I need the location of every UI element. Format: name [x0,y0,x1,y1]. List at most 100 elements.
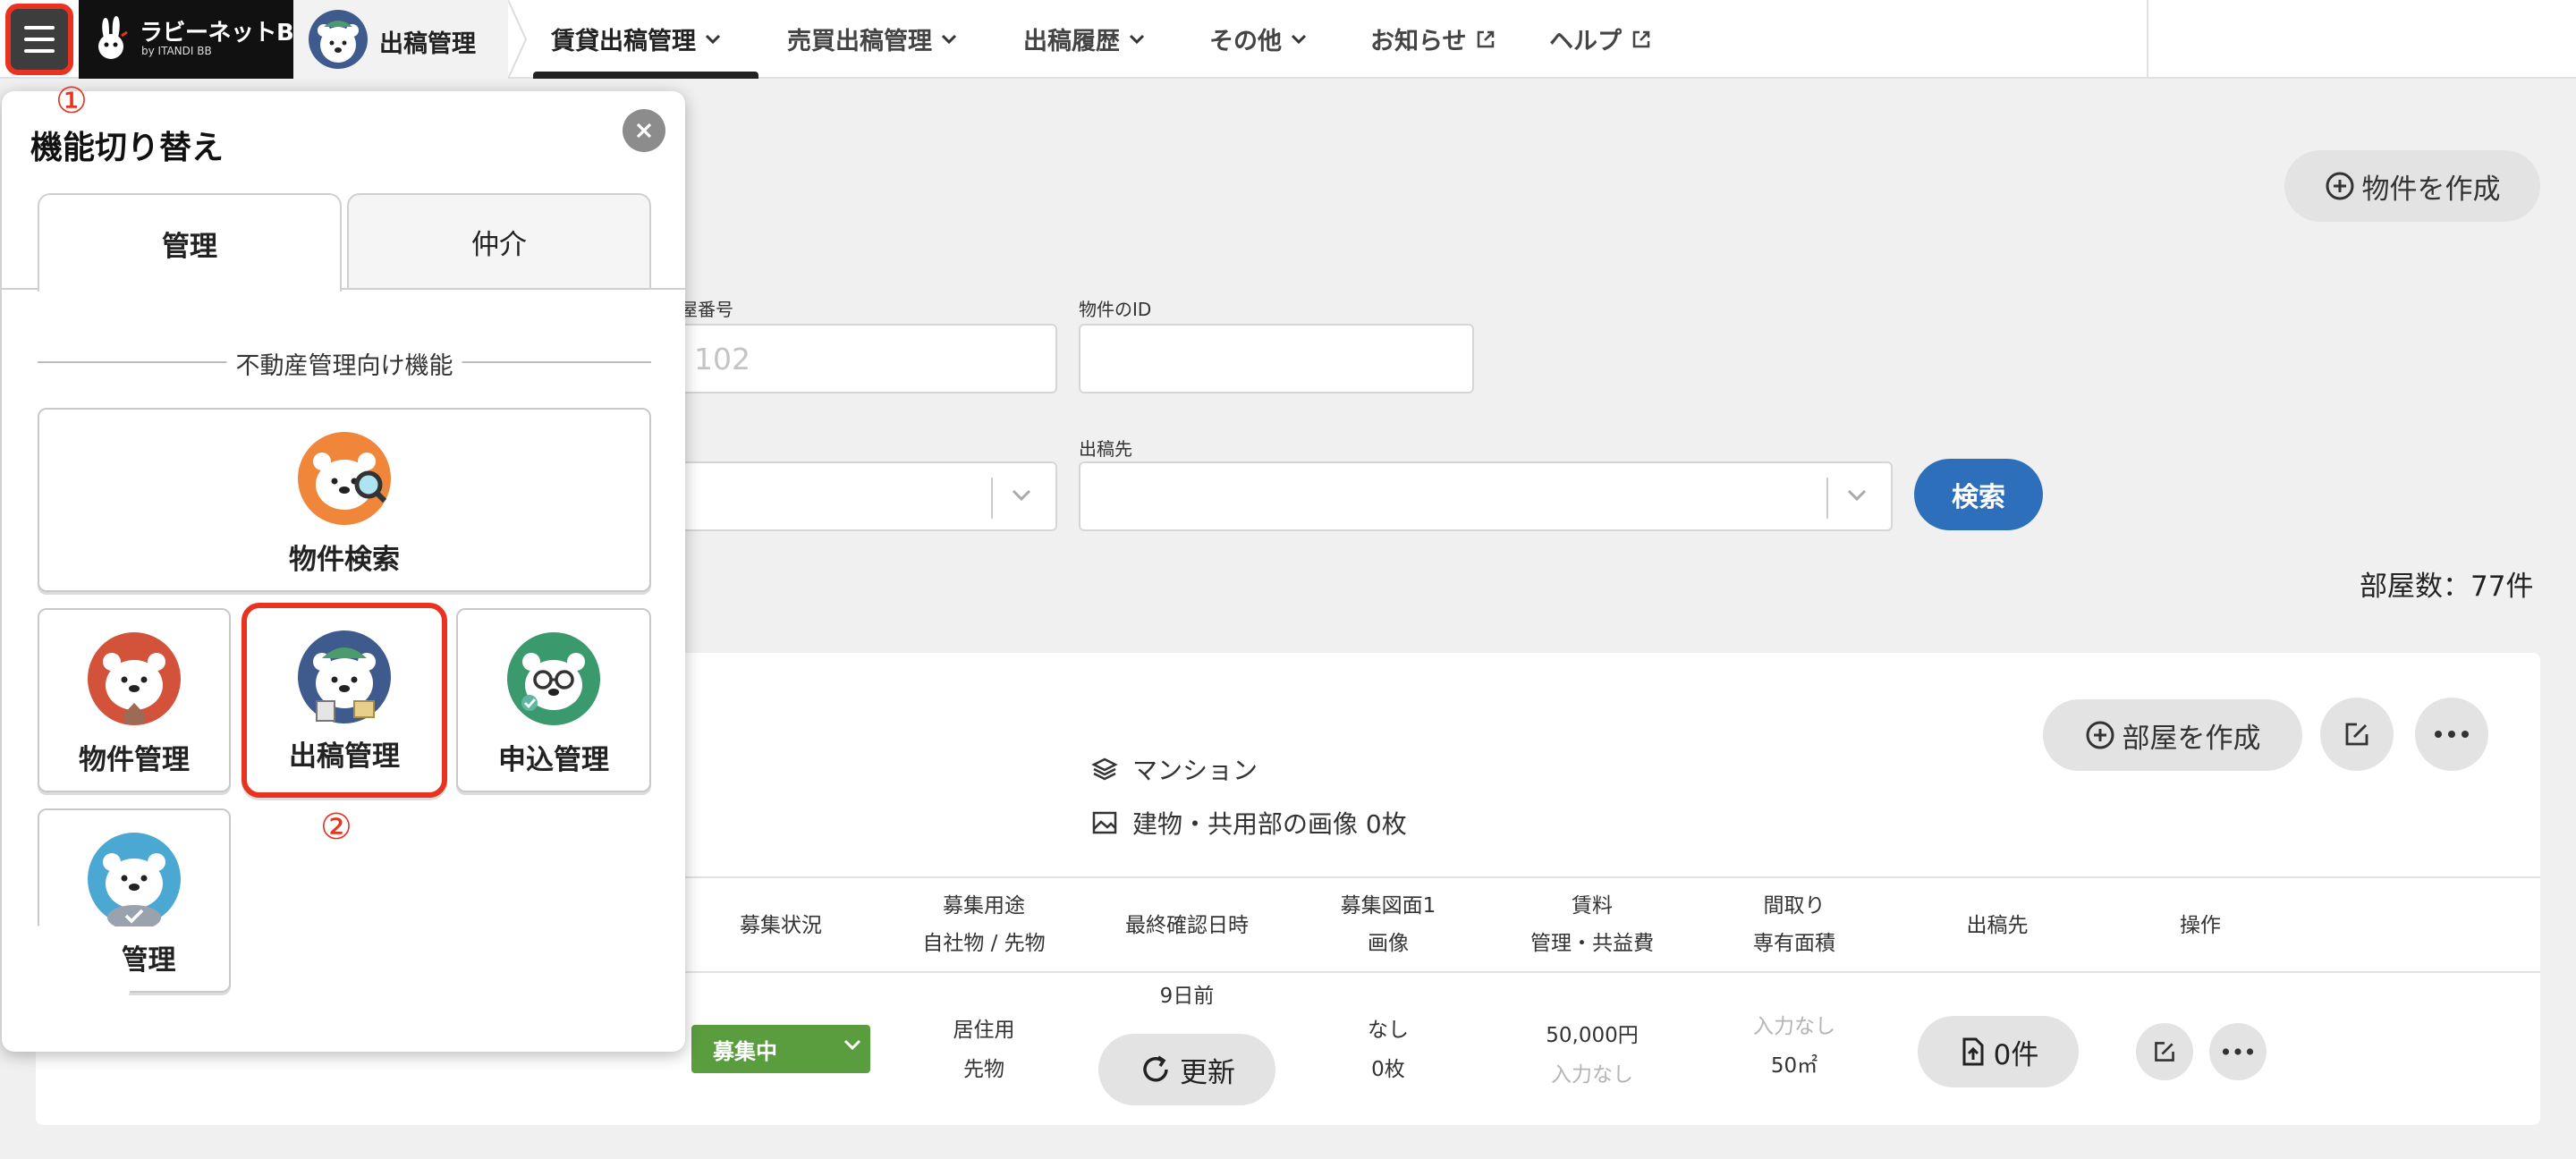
external-link-icon [1632,30,1650,47]
room-number-input[interactable]: 102 [626,324,1057,393]
chevron-down-icon [941,34,957,44]
function-label: 物件管理 [79,744,190,776]
close-button[interactable] [623,109,665,152]
logo[interactable]: ラビーネットBB by ITANDI BB [79,0,311,79]
layout-cell: 入力なし 50㎡ [1753,1015,1835,1078]
renew-label: 更新 [1180,1056,1235,1089]
col-rent: 賃料 管理・共益費 [1530,894,1654,955]
function-application-management[interactable]: 申込管理 [456,608,651,792]
usage-cell: 居住用 先物 [953,1019,1015,1081]
create-property-label: 物件を作成 [2361,173,2501,206]
refresh-icon [1143,1055,1168,1082]
chevron-down-icon [1012,489,1031,502]
col-publish: 出稿先 [1966,914,2029,937]
nav-news[interactable]: お知らせ [1370,21,1496,56]
floating-overlay [4,919,131,1043]
edit-icon [2155,1042,2174,1062]
more-icon [2435,731,2469,738]
current-app[interactable]: 出稿管理 [293,0,508,79]
function-property-management[interactable]: 物件管理 [38,608,231,792]
destination-select[interactable] [1079,461,1893,531]
nav-label: お知らせ [1370,28,1467,55]
annotation-marker-2: ② [320,807,352,848]
rent-cell: 50,000円 入力なし [1546,1024,1639,1087]
nav-label: 賃貸出稿管理 [551,28,696,55]
property-id-input[interactable] [1079,324,1474,393]
nav-sale-publish[interactable]: 売買出稿管理 [787,21,957,56]
bear-check-icon [88,833,181,926]
nav-other[interactable]: その他 [1209,21,1307,56]
col-last-checked: 最終確認日時 [1125,914,1249,937]
bear-publish-icon [298,630,391,723]
close-icon [636,123,652,139]
menu-icon[interactable] [5,4,73,75]
last-checked-cell: 9日前 [1159,985,1215,1008]
more-icon [2222,1048,2254,1055]
col-drawing: 募集図面1 画像 [1340,894,1436,955]
nav-publish-history[interactable]: 出稿履歴 [1023,21,1145,56]
bear-search-icon [298,432,391,525]
edit-button[interactable] [2320,698,2394,771]
chevron-down-icon [1291,34,1307,44]
col-actions: 操作 [2180,914,2221,937]
room-count: 部屋数：77件 [2360,571,2534,603]
tab-chukai[interactable]: 仲介 [347,193,651,290]
plus-circle-icon [2086,721,2114,749]
nav-help[interactable]: ヘルプ [1549,21,1652,56]
tab-kanri[interactable]: 管理 [38,193,342,292]
more-button[interactable] [2415,698,2488,771]
publish-count-label: 0件 [1993,1038,2039,1071]
function-property-search[interactable]: 物件検索 [38,408,651,592]
row-more-button[interactable] [2209,1023,2267,1080]
row-edit-button[interactable] [2136,1023,2193,1080]
chevron-down-icon [1129,34,1145,44]
plus-circle-icon [2326,172,2353,200]
bear-avatar-icon [309,10,368,69]
status-select[interactable] [626,461,1057,531]
section-heading: 不動産管理向け機能 [38,344,651,381]
status-label: 募集中 [713,1038,777,1064]
nav-label: ヘルプ [1549,28,1622,55]
edit-icon [2345,723,2368,746]
top-nav: ラビーネットBB by ITANDI BB 出稿管理 賃貸出稿管理 売買出稿管理… [0,0,2576,79]
drawing-cell: なし 0枚 [1368,1019,1409,1081]
chevron-down-icon [843,1039,861,1051]
panel-title: 機能切り替え [30,130,225,166]
col-layout: 間取り 専有面積 [1753,894,1835,955]
logo-text: ラビーネットBB [140,20,311,47]
active-nav-indicator [533,72,758,79]
nav-label: 売買出稿管理 [787,28,932,55]
renew-button[interactable]: 更新 [1098,1034,1275,1105]
create-room-label: 部屋を作成 [2122,722,2261,755]
create-room-button[interactable]: 部屋を作成 [2043,699,2302,771]
nav-label: 出稿履歴 [1023,28,1120,55]
col-usage: 募集用途 自社物 / 先物 [922,894,1046,955]
chevron-down-icon [1847,489,1867,502]
status-dropdown[interactable]: 募集中 [691,1025,870,1073]
publish-count-button[interactable]: 0件 [1918,1016,2079,1087]
create-property-button[interactable]: 物件を作成 [2284,150,2540,222]
upload-icon [1962,1037,1984,1066]
nav-label: その他 [1209,28,1282,55]
nav-chintai-publish[interactable]: 賃貸出稿管理 [551,21,721,56]
rabbit-logo-icon [98,16,128,59]
annotation-marker-1: ① [55,80,88,122]
property-id-label: 物件のID [1079,299,1152,320]
nav-divider [2147,0,2148,79]
function-label: 出稿管理 [289,740,400,773]
breadcrumb-separator [508,0,528,79]
bear-house-icon [88,632,181,725]
function-switcher-panel: 機能切り替え 管理 仲介 不動産管理向け機能 物件検索 物件管理 出稿管理 申込… [2,91,685,1052]
building-type-text: マンション [1132,756,1258,785]
bear-glasses-icon [507,632,600,725]
section-heading-text: 不動産管理向け機能 [226,346,462,381]
function-publish-management[interactable]: 出稿管理 [242,603,447,798]
destination-label: 出稿先 [1079,438,1132,460]
building-type: マンション [1091,751,1258,787]
col-status: 募集状況 [740,914,822,937]
external-link-icon [1478,30,1495,47]
search-button[interactable]: 検索 [1914,459,2043,530]
function-label: 物件検索 [289,544,400,576]
chevron-down-icon [705,34,721,44]
logo-subtext: by ITANDI BB [141,45,212,57]
